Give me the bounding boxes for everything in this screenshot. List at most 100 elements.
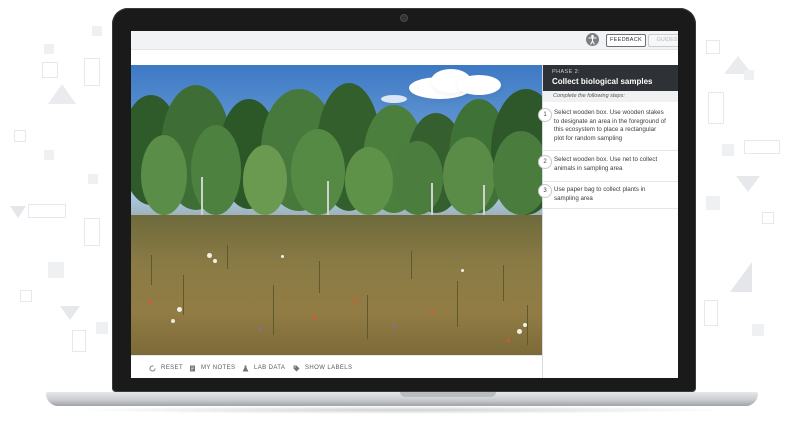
step-line: to designate an area in the foreground o…	[554, 117, 666, 125]
background-square	[744, 70, 754, 80]
show-labels-button[interactable]: SHOW LABELS	[293, 363, 352, 373]
tree	[393, 141, 443, 215]
top-bar: FEEDBACK GUIDES	[131, 31, 678, 50]
background-square	[84, 218, 100, 246]
screen: FEEDBACK GUIDES RESET MY NOTES LAB DATA …	[131, 31, 678, 378]
grass-blade	[227, 245, 228, 269]
tree	[291, 129, 345, 215]
cloud	[457, 75, 501, 95]
flower	[461, 269, 464, 272]
tree-trunk	[201, 177, 203, 217]
grass-blade	[503, 265, 504, 301]
accessibility-person-icon[interactable]	[586, 33, 599, 46]
background-triangle	[736, 176, 760, 192]
lab-data-label: LAB DATA	[254, 365, 286, 371]
step-line: sampling area	[554, 194, 593, 202]
step-item[interactable]: 3 Use paper bag to collect plants in sam…	[538, 182, 678, 209]
background-square	[20, 290, 32, 302]
step-text: Select wooden box. Use wooden stakes to …	[554, 109, 677, 143]
background-square	[44, 150, 54, 160]
background-square	[96, 322, 108, 334]
phase-label: PHASE 2:	[552, 69, 580, 75]
my-notes-button[interactable]: MY NOTES	[189, 363, 235, 373]
camera-icon	[401, 15, 407, 21]
tree-trunk	[431, 183, 433, 217]
step-item[interactable]: 2 Select wooden box. Use net to collect …	[538, 151, 678, 182]
step-item[interactable]: 1 Select wooden box. Use wooden stakes t…	[538, 102, 678, 151]
tree	[191, 125, 241, 215]
flower	[207, 253, 212, 258]
tree	[345, 147, 393, 215]
laptop-shadow	[70, 406, 734, 414]
background-square	[48, 262, 64, 278]
background-square	[44, 44, 54, 54]
grass-blade	[273, 285, 274, 335]
tree	[141, 135, 187, 215]
reset-icon	[149, 364, 156, 372]
flower	[355, 299, 358, 302]
feedback-button[interactable]: FEEDBACK	[606, 34, 646, 47]
flower	[281, 255, 284, 258]
ecosystem-scene[interactable]	[131, 65, 542, 355]
bottom-toolbar: RESET MY NOTES LAB DATA SHOW LABELS	[131, 355, 542, 378]
cloud	[381, 95, 407, 103]
flower	[149, 301, 152, 304]
secondary-button[interactable]: GUIDES	[648, 34, 678, 47]
flower	[431, 311, 434, 314]
reset-button[interactable]: RESET	[149, 363, 183, 373]
background-square	[706, 196, 720, 210]
lab-data-button[interactable]: LAB DATA	[242, 363, 285, 373]
background-square	[744, 140, 780, 154]
step-text: Use paper bag to collect plants in sampl…	[554, 186, 677, 203]
grass-blade	[367, 295, 368, 339]
grass-blade	[527, 305, 528, 345]
background-square	[14, 130, 26, 142]
step-line: Select wooden box. Use net to collect	[554, 156, 658, 163]
background-triangle	[48, 84, 76, 104]
grass-field	[131, 215, 542, 355]
background-square	[722, 144, 734, 156]
grass-blade	[457, 281, 458, 327]
step-line: animals in sampling area	[554, 164, 623, 172]
tree	[493, 131, 542, 215]
flower	[393, 325, 396, 328]
flower	[523, 323, 527, 327]
flower	[517, 329, 522, 334]
flask-icon	[242, 365, 249, 372]
background-square	[704, 300, 718, 326]
step-line: Select wooden box. Use wooden stakes	[554, 109, 664, 116]
background-square	[84, 58, 100, 86]
background-triangle	[60, 306, 80, 320]
flower	[313, 317, 316, 320]
grass-blade	[183, 275, 184, 315]
grass-blade	[151, 255, 152, 285]
flower	[177, 307, 182, 312]
flower	[259, 327, 262, 330]
step-number: 2	[538, 155, 552, 169]
flower	[213, 259, 217, 263]
show-labels-label: SHOW LABELS	[305, 365, 353, 371]
step-number: 1	[538, 108, 552, 122]
background-triangle	[730, 262, 752, 292]
grass-blade	[411, 251, 412, 279]
instructions-text: Complete the following steps:	[543, 91, 678, 102]
step-line: Use paper bag to collect plants in	[554, 186, 646, 193]
background-square	[28, 204, 66, 218]
tree-trunk	[483, 185, 485, 217]
background-square	[88, 174, 98, 184]
background-square	[42, 62, 58, 78]
step-line: this ecosystem to place a rectangular	[554, 126, 657, 134]
grass-blade	[319, 261, 320, 293]
background-triangle	[10, 206, 26, 218]
step-line: plot for random sampling	[554, 134, 623, 142]
background-square	[708, 92, 724, 124]
tree	[243, 145, 287, 215]
step-number: 3	[538, 184, 552, 198]
flower	[507, 339, 510, 342]
background-square	[752, 324, 764, 336]
tree	[443, 137, 495, 215]
background-square	[92, 26, 102, 36]
laptop-notch	[400, 392, 496, 397]
background-square	[762, 212, 774, 224]
background-square	[706, 40, 720, 54]
